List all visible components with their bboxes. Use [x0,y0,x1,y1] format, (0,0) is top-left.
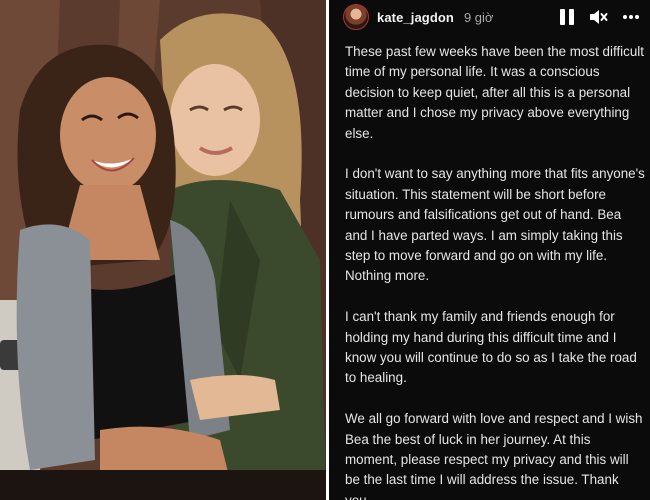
story-text: These past few weeks have been the most … [345,42,645,500]
speaker-muted-icon[interactable] [588,8,608,26]
story-paragraph-3: I can't thank my family and friends enou… [345,309,637,386]
photo-illustration [0,0,326,500]
header-actions [560,6,640,28]
story-paragraph-2: I don't want to say anything more that f… [345,166,645,284]
pause-icon[interactable] [560,9,574,25]
story-header: kate_jagdon 9 giờ [329,0,650,34]
more-options-icon[interactable] [622,8,640,26]
user-avatar[interactable] [343,4,369,30]
story-paragraph-4: We all go forward with love and respect … [345,411,643,500]
story-photo [0,0,326,500]
username[interactable]: kate_jagdon [377,10,454,25]
story-panel: kate_jagdon 9 giờ These past few weeks h… [329,0,650,500]
time-ago: 9 giờ [463,9,494,25]
story-paragraph-1: These past few weeks have been the most … [345,44,644,141]
